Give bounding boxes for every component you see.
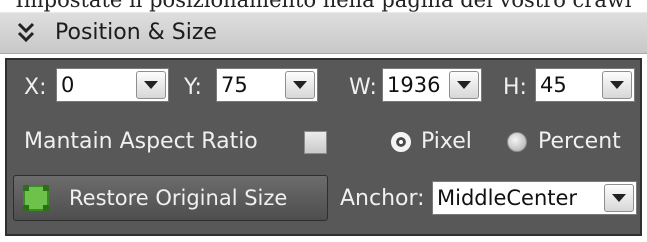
position-size-panel: X: 0 Y: 75 W: 1936 H: 45 Mantain Aspect … (5, 58, 642, 236)
w-field[interactable]: 1936 (382, 68, 482, 102)
chevron-down-icon (457, 81, 471, 89)
panel-header[interactable]: Position & Size (0, 12, 647, 54)
anchor-value[interactable]: MiddleCenter (437, 184, 577, 212)
x-value[interactable]: 0 (61, 71, 74, 99)
h-value[interactable]: 45 (540, 71, 567, 99)
w-value[interactable]: 1936 (387, 71, 440, 99)
page: Impostate il posizionamento nella pagina… (0, 0, 647, 242)
h-field[interactable]: 45 (535, 68, 635, 102)
chevron-down-icon (610, 81, 624, 89)
panel-title: Position & Size (55, 20, 217, 45)
resize-icon (23, 185, 49, 211)
x-dropdown-button[interactable] (136, 71, 166, 99)
percent-radio[interactable] (507, 132, 527, 152)
double-chevron-down-icon[interactable] (16, 22, 36, 44)
chevron-down-icon (293, 81, 307, 89)
w-dropdown-button[interactable] (449, 71, 479, 99)
aspect-ratio-label: Mantain Aspect Ratio (24, 129, 258, 154)
h-dropdown-button[interactable] (602, 71, 632, 99)
y-label: Y: (184, 75, 202, 100)
x-field[interactable]: 0 (56, 68, 169, 102)
y-value[interactable]: 75 (221, 71, 248, 99)
percent-label: Percent (538, 129, 621, 154)
y-dropdown-button[interactable] (285, 71, 315, 99)
pixel-radio[interactable] (391, 132, 411, 152)
anchor-label: Anchor: (340, 186, 425, 211)
chevron-down-icon (144, 81, 158, 89)
restore-button-label: Restore Original Size (69, 186, 288, 210)
page-caption: Impostate il posizionamento nella pagina… (15, 0, 632, 12)
anchor-dropdown-button[interactable] (604, 184, 634, 212)
w-label: W: (349, 75, 377, 100)
anchor-select[interactable]: MiddleCenter (432, 181, 637, 215)
chevron-down-icon (612, 194, 626, 202)
y-field[interactable]: 75 (216, 68, 318, 102)
restore-original-size-button[interactable]: Restore Original Size (13, 175, 328, 221)
x-label: X: (24, 75, 47, 100)
h-label: H: (503, 75, 527, 100)
aspect-ratio-checkbox[interactable] (304, 131, 327, 154)
pixel-label: Pixel (421, 129, 472, 154)
